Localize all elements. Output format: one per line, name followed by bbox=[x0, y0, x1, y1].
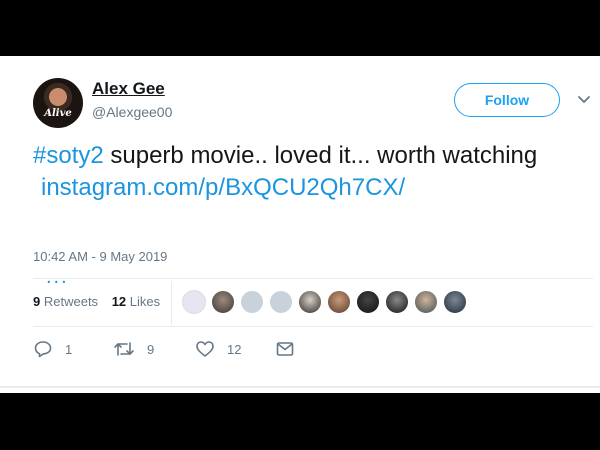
like-count: 12 bbox=[227, 341, 242, 357]
retweet-count: 9 bbox=[147, 341, 155, 357]
tweet-body: superb movie.. loved it... worth watchin… bbox=[103, 142, 538, 169]
reply-icon bbox=[34, 341, 52, 358]
reply-count: 1 bbox=[65, 341, 73, 357]
heart-icon bbox=[196, 341, 214, 357]
retweets-stat[interactable]: 9 Retweets bbox=[33, 294, 98, 309]
liker-avatar[interactable] bbox=[211, 290, 235, 314]
card-bottom-border bbox=[0, 386, 600, 388]
author-handle[interactable]: @Alexgee00 bbox=[92, 104, 172, 120]
follow-button[interactable]: Follow bbox=[454, 83, 560, 117]
liker-avatar[interactable] bbox=[327, 290, 351, 314]
retweet-action[interactable]: 9 bbox=[113, 340, 154, 358]
liker-avatar[interactable] bbox=[414, 290, 438, 314]
liker-avatar[interactable] bbox=[240, 290, 264, 314]
tweet-timestamp[interactable]: 10:42 AM - 9 May 2019 bbox=[33, 249, 167, 264]
liker-avatar[interactable] bbox=[298, 290, 322, 314]
tweet-url-link[interactable]: instagram.com/p/BxQCU2Qh7CX/ bbox=[41, 174, 405, 201]
liker-avatar[interactable] bbox=[443, 290, 467, 314]
retweets-label: Retweets bbox=[43, 294, 99, 309]
likes-count: 12 bbox=[111, 294, 127, 309]
retweets-count: 9 bbox=[33, 294, 41, 309]
avatar[interactable]: Alive bbox=[33, 78, 83, 128]
divider bbox=[33, 278, 593, 279]
likes-label: Likes bbox=[129, 294, 161, 309]
tweet-text: #soty2 superb movie.. loved it... worth … bbox=[33, 140, 578, 204]
hashtag-link[interactable]: #soty2 bbox=[33, 142, 104, 169]
divider bbox=[33, 326, 593, 327]
liker-avatar[interactable] bbox=[182, 290, 206, 314]
chevron-down-icon[interactable] bbox=[576, 93, 592, 107]
liker-avatar[interactable] bbox=[356, 290, 380, 314]
tweet-card: Alive Alex Gee @Alexgee00 Follow #soty2 … bbox=[0, 56, 600, 393]
reply-action[interactable]: 1 bbox=[33, 340, 72, 358]
like-action[interactable]: 12 bbox=[195, 340, 241, 358]
avatar-logo-text: Alive bbox=[44, 108, 72, 119]
retweet-icon bbox=[114, 342, 134, 356]
direct-message-action[interactable] bbox=[275, 340, 295, 358]
liker-avatar[interactable] bbox=[269, 290, 293, 314]
stats-divider bbox=[171, 281, 172, 325]
author-display-name[interactable]: Alex Gee bbox=[92, 79, 165, 99]
envelope-icon bbox=[276, 342, 294, 356]
engagement-stats: 9 Retweets 12 Likes bbox=[33, 294, 170, 309]
liker-avatar[interactable] bbox=[385, 290, 409, 314]
likes-stat[interactable]: 12 Likes bbox=[112, 294, 160, 309]
